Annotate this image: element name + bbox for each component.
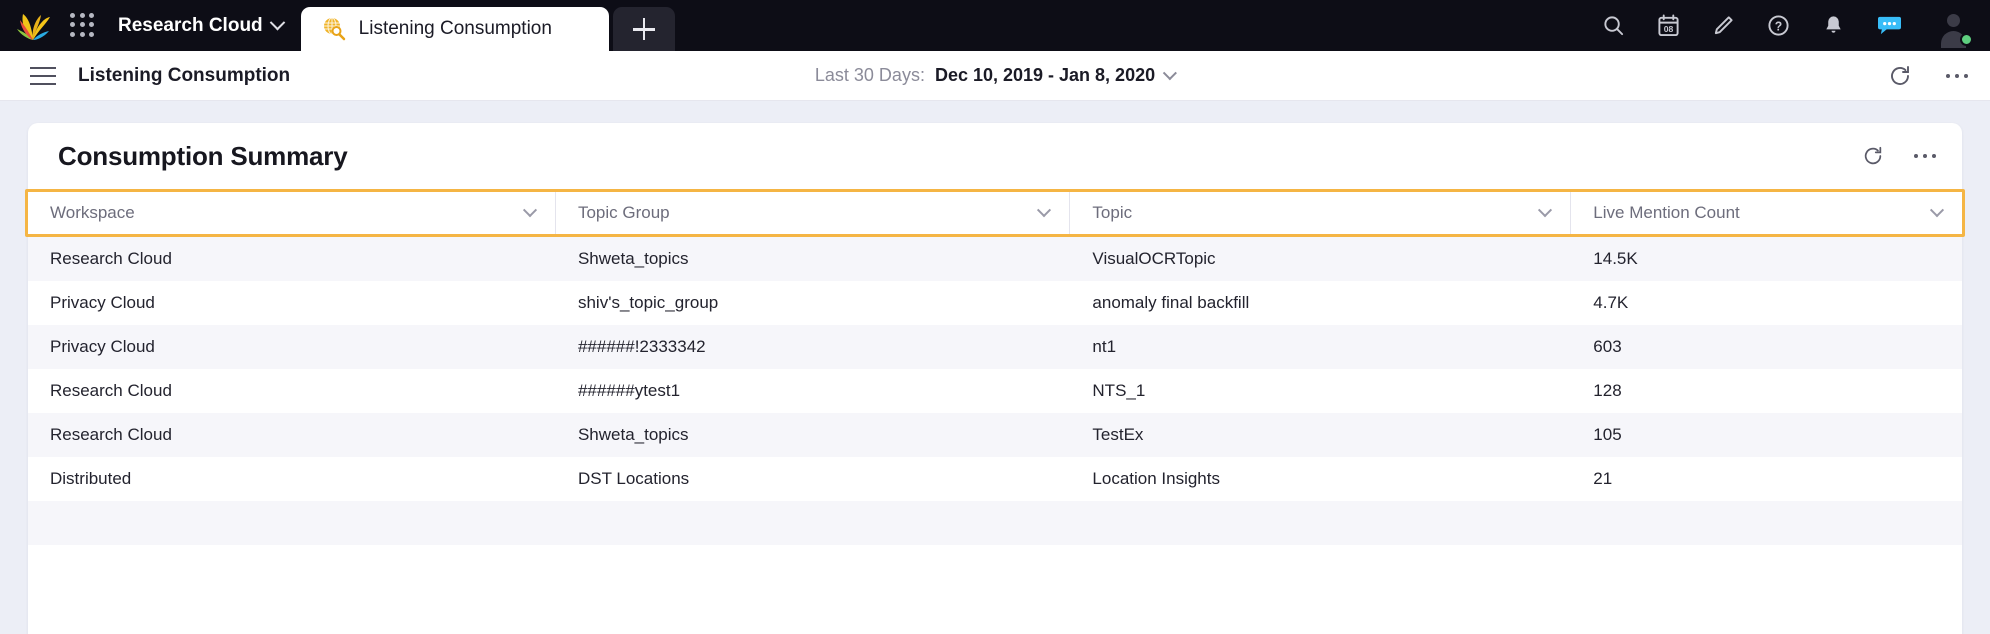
chevron-down-icon (1929, 203, 1945, 218)
svg-text:?: ? (1775, 19, 1783, 33)
refresh-icon[interactable] (1888, 64, 1912, 88)
table-body: Research Cloud Shweta_topics VisualOCRTo… (28, 237, 1962, 545)
more-options-icon[interactable] (1913, 153, 1936, 159)
cell-count: 4.7K (1593, 293, 1629, 312)
bell-icon[interactable] (1822, 14, 1845, 37)
consumption-summary-table: Workspace Topic Group Topic Live Mention… (25, 189, 1965, 545)
more-options-icon[interactable] (1945, 73, 1968, 79)
column-header-label: Topic (1092, 203, 1133, 222)
sprinklr-logo-icon[interactable] (16, 9, 52, 43)
table-row[interactable]: Research Cloud ######ytest1 NTS_1 128 (28, 369, 1962, 413)
cell-topic: VisualOCRTopic (1092, 249, 1216, 268)
svg-text:08: 08 (1664, 24, 1674, 34)
cell-count: 128 (1593, 381, 1622, 400)
card-header-actions (1862, 123, 1936, 189)
cell-topic-group: ######ytest1 (577, 381, 681, 400)
help-icon[interactable]: ? (1767, 14, 1790, 37)
cell-topic-group: Shweta_topics (577, 249, 689, 268)
table-row[interactable]: Privacy Cloud shiv's_topic_group anomaly… (28, 281, 1962, 325)
page-header-actions (1888, 51, 1968, 101)
column-filter-topic[interactable]: Topic (1070, 192, 1572, 234)
chevron-down-icon (1163, 65, 1178, 80)
cell-workspace: Research Cloud (50, 425, 172, 444)
avatar[interactable] (1934, 7, 1973, 46)
cell-count: 105 (1593, 425, 1622, 444)
new-tab-button[interactable] (612, 7, 675, 51)
card-header: Consumption Summary (28, 123, 1962, 189)
cell-workspace: Privacy Cloud (50, 293, 155, 312)
cell-workspace: Research Cloud (50, 249, 172, 268)
cell-workspace: Research Cloud (50, 381, 172, 400)
topbar-left-group: Research Cloud (0, 0, 301, 51)
cell-count: 14.5K (1593, 249, 1638, 268)
top-navigation-bar: Research Cloud Listening Consumption 08 … (0, 0, 1990, 51)
table-row[interactable]: Research Cloud Shweta_topics TestEx 105 (28, 413, 1962, 457)
page-header-bar: Listening Consumption Last 30 Days: Dec … (0, 51, 1990, 101)
refresh-icon[interactable] (1862, 145, 1884, 167)
cell-topic: nt1 (1092, 337, 1117, 356)
page-title: Listening Consumption (78, 64, 291, 86)
cell-workspace: Distributed (50, 469, 132, 488)
table-empty-row (28, 501, 1962, 545)
cell-topic-group: DST Locations (577, 469, 690, 488)
date-range-value: Dec 10, 2019 - Jan 8, 2020 (934, 65, 1156, 85)
plus-icon (632, 18, 655, 40)
cell-topic-group: Shweta_topics (577, 425, 689, 444)
page-body: Consumption Summary Workspace Topic Grou… (0, 101, 1990, 634)
app-switcher-icon[interactable] (70, 12, 96, 39)
column-header-label: Live Mention Count (1593, 203, 1740, 222)
column-filter-live-mention-count[interactable]: Live Mention Count (1571, 192, 1962, 234)
card-title: Consumption Summary (58, 140, 348, 171)
brand-switcher[interactable]: Research Cloud (118, 14, 285, 37)
cell-topic: NTS_1 (1092, 381, 1146, 400)
table-row[interactable]: Research Cloud Shweta_topics VisualOCRTo… (28, 237, 1962, 281)
brand-label: Research Cloud (118, 14, 263, 36)
table-row[interactable]: Distributed DST Locations Location Insig… (28, 457, 1962, 501)
column-header-label: Workspace (50, 203, 135, 222)
column-filter-workspace[interactable]: Workspace (28, 192, 556, 234)
consumption-summary-card: Consumption Summary Workspace Topic Grou… (25, 123, 1965, 634)
search-icon[interactable] (1602, 14, 1625, 37)
globe-search-icon (321, 16, 347, 42)
cell-topic: Location Insights (1092, 469, 1220, 488)
pencil-icon[interactable] (1712, 14, 1735, 37)
cell-topic: anomaly final backfill (1092, 293, 1250, 312)
cell-topic-group: shiv's_topic_group (577, 293, 719, 312)
chevron-down-icon (269, 14, 285, 31)
cell-count: 21 (1593, 469, 1613, 488)
chat-icon[interactable] (1877, 14, 1902, 37)
cell-count: 603 (1593, 337, 1622, 356)
chevron-down-icon (1037, 203, 1052, 218)
tab-label: Listening Consumption (358, 18, 552, 39)
table-row[interactable]: Privacy Cloud ######!2333342 nt1 603 (28, 325, 1962, 369)
tab-listening-consumption[interactable]: Listening Consumption (300, 7, 609, 51)
cell-topic-group: ######!2333342 (577, 337, 706, 356)
cell-topic: TestEx (1092, 425, 1144, 444)
table-header-row: Workspace Topic Group Topic Live Mention… (25, 189, 1965, 237)
status-online-indicator (1960, 32, 1973, 46)
date-range-label: Last 30 Days: (814, 65, 925, 85)
hamburger-icon[interactable] (30, 66, 56, 85)
column-header-label: Topic Group (577, 203, 670, 222)
topbar-icon-group: 08 ? (1602, 0, 1973, 51)
cell-workspace: Privacy Cloud (50, 337, 155, 356)
calendar-icon[interactable]: 08 (1657, 14, 1680, 37)
chevron-down-icon (1538, 203, 1553, 218)
chevron-down-icon (522, 203, 538, 218)
column-filter-topic-group[interactable]: Topic Group (556, 192, 1071, 234)
date-range-selector[interactable]: Last 30 Days: Dec 10, 2019 - Jan 8, 2020 (814, 65, 1178, 86)
